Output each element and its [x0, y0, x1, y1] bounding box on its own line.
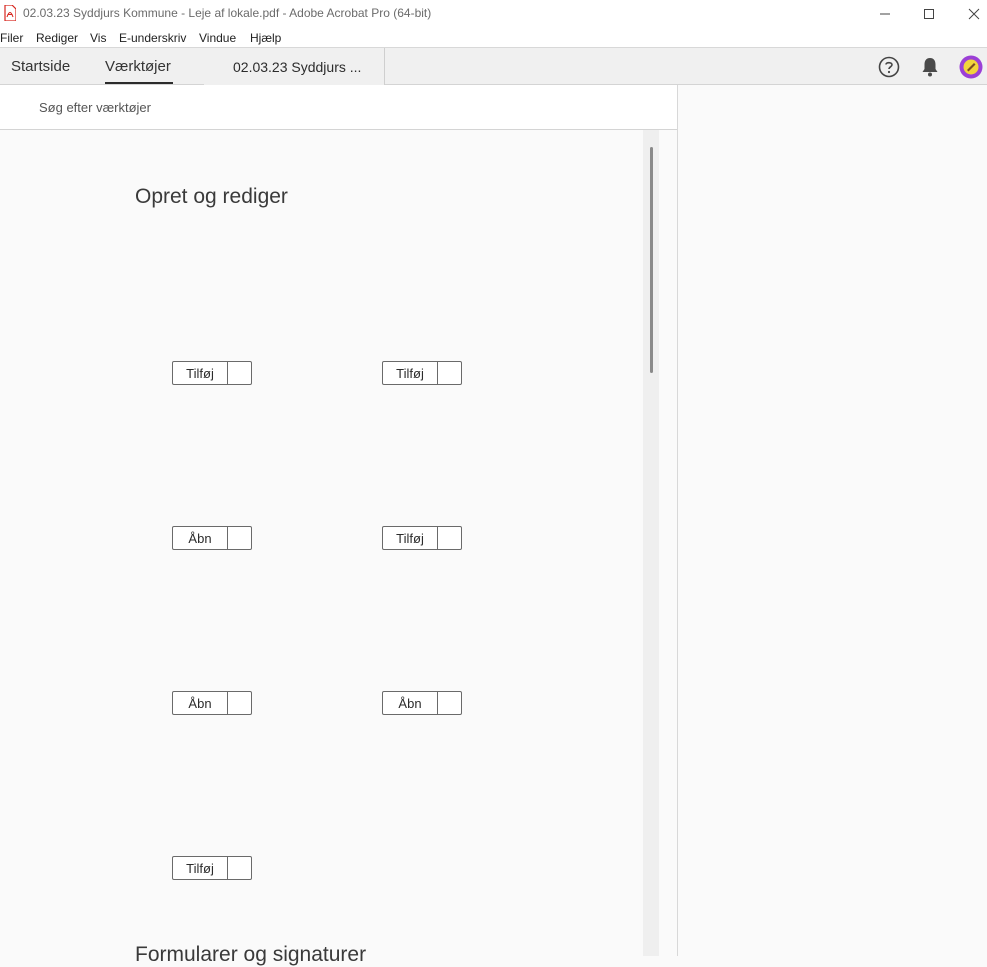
menu-help[interactable]: Hjælp: [250, 31, 281, 45]
tab-home[interactable]: Startside: [11, 58, 70, 75]
menu-bar: Filer Rediger Vis E-underskriv Vindue Hj…: [0, 27, 987, 48]
tool-button[interactable]: Åbn: [172, 526, 252, 550]
active-tab-indicator: [105, 82, 173, 84]
tool-button[interactable]: Tilføj: [172, 361, 252, 385]
tool-button-label: Åbn: [173, 527, 228, 549]
tab-tools[interactable]: Værktøjer: [105, 58, 171, 75]
tool-button-dropdown[interactable]: [228, 362, 251, 384]
tool-button-dropdown[interactable]: [228, 692, 251, 714]
tool-button-dropdown[interactable]: [438, 692, 461, 714]
tools-pane: Søg efter værktøjer: [0, 85, 677, 956]
section-title-forms-signatures: Formularer og signaturer: [135, 943, 367, 966]
tool-button-dropdown[interactable]: [228, 527, 251, 549]
document-tab-label: 02.03.23 Syddjurs ...: [233, 59, 362, 75]
tool-button-dropdown[interactable]: [438, 527, 461, 549]
help-button[interactable]: [877, 55, 901, 79]
menu-esign[interactable]: E-underskriv: [119, 31, 186, 45]
tool-button-label: Åbn: [173, 692, 228, 714]
bell-icon: [922, 58, 938, 77]
menu-file[interactable]: Filer: [0, 31, 23, 45]
tab-document[interactable]: 02.03.23 Syddjurs ...: [204, 48, 385, 85]
tools-search-bar: Søg efter værktøjer: [0, 85, 677, 130]
tool-button-dropdown[interactable]: [438, 362, 461, 384]
menu-window[interactable]: Vindue: [199, 31, 236, 45]
menu-edit[interactable]: Rediger: [36, 31, 78, 45]
tools-search-input[interactable]: Søg efter værktøjer: [39, 100, 151, 115]
maximize-icon: [924, 8, 934, 19]
tool-button[interactable]: Tilføj: [382, 526, 462, 550]
minimize-icon: [880, 13, 890, 14]
profile-avatar[interactable]: [959, 55, 983, 79]
tool-button-label: Åbn: [383, 692, 438, 714]
tool-button-dropdown[interactable]: [228, 857, 251, 879]
window-title: 02.03.23 Syddjurs Kommune - Leje af loka…: [23, 6, 432, 20]
tool-button-label: Tilføj: [383, 362, 438, 384]
close-button[interactable]: [954, 0, 987, 27]
notifications-button[interactable]: [918, 55, 942, 79]
tool-button[interactable]: Tilføj: [172, 856, 252, 880]
minimize-button[interactable]: [865, 0, 905, 27]
right-panel: [678, 85, 987, 956]
tool-button-label: Tilføj: [383, 527, 438, 549]
help-icon: [878, 56, 900, 78]
tool-button[interactable]: Tilføj: [382, 361, 462, 385]
menu-view[interactable]: Vis: [90, 31, 106, 45]
profile-avatar-icon: [959, 55, 983, 79]
section-title-create-edit: Opret og rediger: [135, 185, 288, 208]
maximize-button[interactable]: [909, 0, 949, 27]
tool-button[interactable]: Åbn: [382, 691, 462, 715]
close-icon: [968, 8, 980, 19]
acrobat-pdf-icon: [4, 5, 16, 21]
tool-button-label: Tilføj: [173, 362, 228, 384]
tab-bar: Startside Værktøjer 02.03.23 Syddjurs ..…: [0, 48, 987, 85]
tool-button-label: Tilføj: [173, 857, 228, 879]
tab-divider: [384, 48, 385, 85]
scrollbar-thumb[interactable]: [650, 147, 653, 373]
title-bar: 02.03.23 Syddjurs Kommune - Leje af loka…: [0, 0, 987, 27]
tool-button[interactable]: Åbn: [172, 691, 252, 715]
